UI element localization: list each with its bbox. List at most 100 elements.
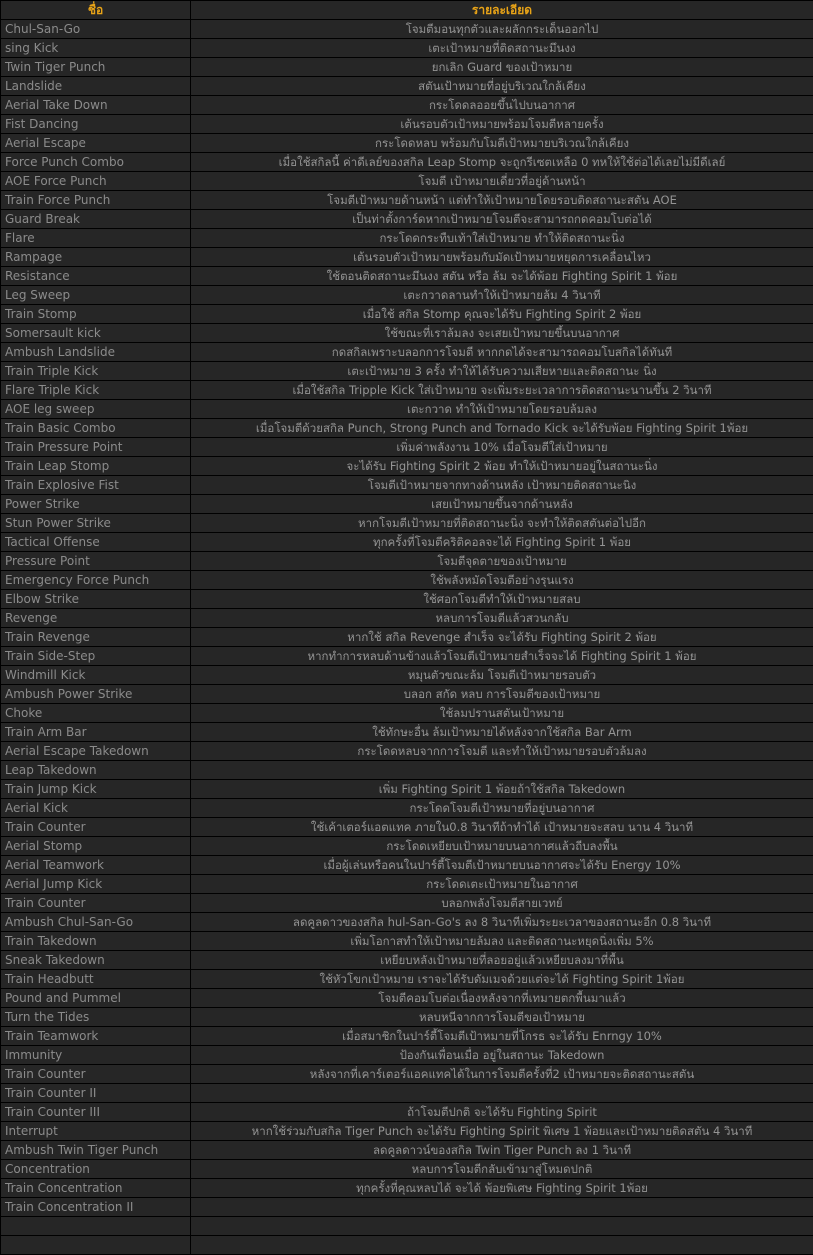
- cell-skill-detail[interactable]: ยกเลิก Guard ของเป้าหมาย: [191, 58, 813, 77]
- cell-skill-name[interactable]: Tactical Offense: [1, 533, 191, 552]
- cell-skill-detail[interactable]: เมื่อใช้สกิลนี้ ค่าดีเลย์ของสกิล Leap St…: [191, 153, 813, 172]
- table-row[interactable]: Sneak Takedownเหยียบหลังเป้าหมายที่ลอยอย…: [1, 951, 813, 970]
- cell-skill-name[interactable]: Pound and Pummel: [1, 989, 191, 1008]
- cell-skill-detail[interactable]: เป็นท่าตั้งการ์ดหากเป้าหมายโจมตีจะสามารถ…: [191, 210, 813, 229]
- table-row[interactable]: Immunityป้องกันเพื่อนเมื่อ อยู่ในสถานะ T…: [1, 1046, 813, 1065]
- cell-skill-name[interactable]: Train Side-Step: [1, 647, 191, 666]
- cell-skill-name[interactable]: Ambush Power Strike: [1, 685, 191, 704]
- table-row[interactable]: Aerial Escapeกระโดดหลบ พร้อมกับโมตีเป้าห…: [1, 134, 813, 153]
- cell-skill-name[interactable]: Leg Sweep: [1, 286, 191, 305]
- cell-skill-name[interactable]: Aerial Take Down: [1, 96, 191, 115]
- cell-skill-name[interactable]: Train Basic Combo: [1, 419, 191, 438]
- cell-skill-detail[interactable]: เสยเป้าหมายขึ้นจากด้านหลัง: [191, 495, 813, 514]
- cell-skill-detail[interactable]: โจมตีคอมโบต่อเนื่องหลังจากที่เทมายตกพื้น…: [191, 989, 813, 1008]
- cell-skill-name[interactable]: Aerial Jump Kick: [1, 875, 191, 894]
- cell-skill-detail[interactable]: หลบการโจมตีแล้วสวนกลับ: [191, 609, 813, 628]
- cell-skill-detail[interactable]: ใช้ลมปรานสตันเป้าหมาย: [191, 704, 813, 723]
- cell-skill-name[interactable]: AOE leg sweep: [1, 400, 191, 419]
- cell-skill-detail[interactable]: สตันเป้าหมายที่อยู่บริเวณใกล้เคียง: [191, 77, 813, 96]
- cell-skill-detail[interactable]: เต้นรอบตัวเป้าหมายพร้อมโจมตีหลายครั้ง: [191, 115, 813, 134]
- cell-skill-name[interactable]: Ambush Chul-San-Go: [1, 913, 191, 932]
- table-row[interactable]: Leap Takedown: [1, 761, 813, 780]
- table-row[interactable]: Train Counter II: [1, 1084, 813, 1103]
- cell-skill-detail[interactable]: เมื่อผู้เล่นหรือคนในปาร์ตี้โจมตีเป้าหมาย…: [191, 856, 813, 875]
- cell-skill-name[interactable]: Train Takedown: [1, 932, 191, 951]
- cell-skill-name[interactable]: [1, 1236, 191, 1255]
- cell-skill-detail[interactable]: หลบหนีจากการโจมตีขอเป้าหมาย: [191, 1008, 813, 1027]
- table-row[interactable]: Aerial Stompกระโดดเหยียบเป้าหมายบนอากาศแ…: [1, 837, 813, 856]
- cell-skill-detail[interactable]: กระโดดกระทืบเท้าใส่เป้าหมาย ทำให้ติดสถาน…: [191, 229, 813, 248]
- cell-skill-detail[interactable]: เตะเป้าหมายที่ติดสถานะมึนงง: [191, 39, 813, 58]
- cell-skill-name[interactable]: [1, 1217, 191, 1236]
- table-row[interactable]: Train Side-Stepหากทำการหลบด้านข้างแล้วโจ…: [1, 647, 813, 666]
- table-row[interactable]: Flareกระโดดกระทืบเท้าใส่เป้าหมาย ทำให้ติ…: [1, 229, 813, 248]
- cell-skill-name[interactable]: Pressure Point: [1, 552, 191, 571]
- cell-skill-name[interactable]: Resistance: [1, 267, 191, 286]
- cell-skill-detail[interactable]: [191, 761, 813, 780]
- cell-skill-name[interactable]: Train Force Punch: [1, 191, 191, 210]
- table-row[interactable]: Guard Breakเป็นท่าตั้งการ์ดหากเป้าหมายโจ…: [1, 210, 813, 229]
- table-row[interactable]: Fist Dancingเต้นรอบตัวเป้าหมายพร้อมโจมตี…: [1, 115, 813, 134]
- cell-skill-detail[interactable]: ลดคูลดาวน์ของสกิล Twin Tiger Punch ลง 1 …: [191, 1141, 813, 1160]
- table-row[interactable]: Train Counterใช้เค้าเตอร์แอตแทค ภายใน0.8…: [1, 818, 813, 837]
- cell-skill-name[interactable]: Guard Break: [1, 210, 191, 229]
- table-row[interactable]: Chul-San-Goโจมตีมอนทุกตัวและผลักกระเด็นอ…: [1, 20, 813, 39]
- table-row[interactable]: Emergency Force Punchใช้พลังหมัดโจมตีอย่…: [1, 571, 813, 590]
- table-row[interactable]: Train Counterหลังจากที่เคาร์เตอร์แอคแทคไ…: [1, 1065, 813, 1084]
- table-row[interactable]: Train Headbuttใช้หัวโขกเป้าหมาย เราจะได้…: [1, 970, 813, 989]
- cell-skill-name[interactable]: Aerial Teamwork: [1, 856, 191, 875]
- cell-skill-detail[interactable]: กดสกิลเพราะบลอกการโจมตี หากกดได้จะสามารถ…: [191, 343, 813, 362]
- table-row[interactable]: Rampageเต้นรอบตัวเป้าหมายพร้อมกับมัดเป้า…: [1, 248, 813, 267]
- table-row[interactable]: Train Concentrationทุกครั้งที่คุณหลบได้ …: [1, 1179, 813, 1198]
- cell-skill-detail[interactable]: หากใช้ สกิล Revenge สำเร็จ จะได้รับ Figh…: [191, 628, 813, 647]
- cell-skill-detail[interactable]: ใช้ขณะที่เราล้มลง จะเสยเป้าหมายขึ้นบนอาก…: [191, 324, 813, 343]
- cell-skill-detail[interactable]: เหยียบหลังเป้าหมายที่ลอยอยู่แล้วเหยียบลง…: [191, 951, 813, 970]
- table-row[interactable]: sing Kickเตะเป้าหมายที่ติดสถานะมึนงง: [1, 39, 813, 58]
- table-row[interactable]: Ambush Landslideกดสกิลเพราะบลอกการโจมตี …: [1, 343, 813, 362]
- cell-skill-name[interactable]: Choke: [1, 704, 191, 723]
- cell-skill-detail[interactable]: เตะกวาดลานทำให้เป้าหมายล้ม 4 วินาที: [191, 286, 813, 305]
- cell-skill-detail[interactable]: [191, 1217, 813, 1236]
- cell-skill-name[interactable]: Train Triple Kick: [1, 362, 191, 381]
- cell-skill-name[interactable]: Train Leap Stomp: [1, 457, 191, 476]
- cell-skill-name[interactable]: Sneak Takedown: [1, 951, 191, 970]
- cell-skill-name[interactable]: Stun Power Strike: [1, 514, 191, 533]
- table-row[interactable]: Aerial Jump Kickกระโดดเตะเป้าหมายในอากาศ: [1, 875, 813, 894]
- table-row[interactable]: Turn the Tidesหลบหนีจากการโจมตีขอเป้าหมา…: [1, 1008, 813, 1027]
- table-row[interactable]: Train Explosive Fistโจมตีเป้าหมายจากทางด…: [1, 476, 813, 495]
- cell-skill-name[interactable]: Fist Dancing: [1, 115, 191, 134]
- cell-skill-detail[interactable]: ใช้หัวโขกเป้าหมาย เราจะได้รับดัมเมจด้วยแ…: [191, 970, 813, 989]
- table-row[interactable]: [1, 1236, 813, 1255]
- table-row[interactable]: AOE leg sweepเตะกวาด ทำให้เป้าหมายโดยรอบ…: [1, 400, 813, 419]
- cell-skill-name[interactable]: Train Pressure Point: [1, 438, 191, 457]
- cell-skill-name[interactable]: Revenge: [1, 609, 191, 628]
- cell-skill-name[interactable]: Train Counter III: [1, 1103, 191, 1122]
- table-row[interactable]: Elbow Strikeใช้ศอกโจมตีทำให้เป้าหมายสลบ: [1, 590, 813, 609]
- table-row[interactable]: Twin Tiger Punchยกเลิก Guard ของเป้าหมาย: [1, 58, 813, 77]
- cell-skill-name[interactable]: Rampage: [1, 248, 191, 267]
- cell-skill-detail[interactable]: [191, 1198, 813, 1217]
- table-row[interactable]: Concentrationหลบการโจมตีกลับเข้ามาสู่โหม…: [1, 1160, 813, 1179]
- cell-skill-name[interactable]: Flare Triple Kick: [1, 381, 191, 400]
- table-row[interactable]: Train Leap Stompจะได้รับ Fighting Spirit…: [1, 457, 813, 476]
- cell-skill-name[interactable]: Aerial Stomp: [1, 837, 191, 856]
- table-row[interactable]: Somersault kickใช้ขณะที่เราล้มลง จะเสยเป…: [1, 324, 813, 343]
- table-row[interactable]: Interruptหากใช้ร่วมกับสกิล Tiger Punch จ…: [1, 1122, 813, 1141]
- cell-skill-name[interactable]: Windmill Kick: [1, 666, 191, 685]
- cell-skill-name[interactable]: Somersault kick: [1, 324, 191, 343]
- table-row[interactable]: Flare Triple Kickเมื่อใช้สกิล Tripple Ki…: [1, 381, 813, 400]
- table-row[interactable]: Aerial Teamworkเมื่อผู้เล่นหรือคนในปาร์ต…: [1, 856, 813, 875]
- cell-skill-name[interactable]: Aerial Escape Takedown: [1, 742, 191, 761]
- cell-skill-detail[interactable]: หากใช้ร่วมกับสกิล Tiger Punch จะได้รับ F…: [191, 1122, 813, 1141]
- cell-skill-name[interactable]: Leap Takedown: [1, 761, 191, 780]
- table-row[interactable]: Aerial Take Downกระโดดลออยขึ้นไปบนอากาศ: [1, 96, 813, 115]
- cell-skill-name[interactable]: Train Headbutt: [1, 970, 191, 989]
- cell-skill-detail[interactable]: เมื่อสมาชิกในปาร์ตี้โจมตีเป้าหมายที่โกรธ…: [191, 1027, 813, 1046]
- table-row[interactable]: AOE Force Punchโจมตี เป้าหมายเดี่ยวที่อย…: [1, 172, 813, 191]
- cell-skill-detail[interactable]: [191, 1236, 813, 1255]
- table-row[interactable]: Power Strikeเสยเป้าหมายขึ้นจากด้านหลัง: [1, 495, 813, 514]
- cell-skill-detail[interactable]: ป้องกันเพื่อนเมื่อ อยู่ในสถานะ Takedown: [191, 1046, 813, 1065]
- cell-skill-name[interactable]: Elbow Strike: [1, 590, 191, 609]
- cell-skill-name[interactable]: Train Concentration II: [1, 1198, 191, 1217]
- table-row[interactable]: Train Teamworkเมื่อสมาชิกในปาร์ตี้โจมตีเ…: [1, 1027, 813, 1046]
